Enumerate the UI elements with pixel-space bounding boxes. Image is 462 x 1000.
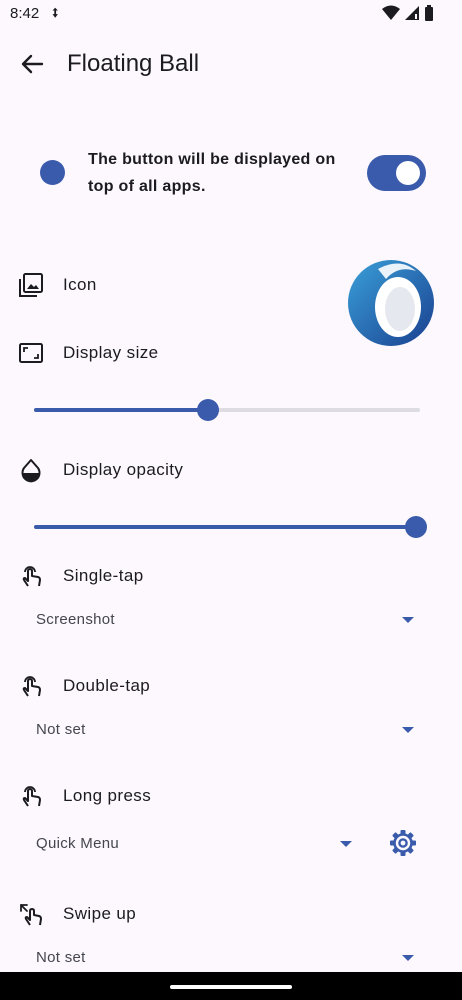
floating-ball-indicator <box>40 160 65 185</box>
page-title: Floating Ball <box>67 50 200 77</box>
switch-knob <box>396 161 420 185</box>
wifi-icon <box>382 5 400 20</box>
slider-thumb[interactable] <box>405 516 427 538</box>
display-opacity-label: Display opacity <box>63 460 184 479</box>
slider-thumb[interactable] <box>197 399 219 421</box>
swipe-up-label: Swipe up <box>63 904 137 923</box>
status-time: 8:42 <box>10 5 40 22</box>
opacity-drop-icon <box>21 459 41 483</box>
status-icons <box>382 5 434 21</box>
chevron-down-icon[interactable] <box>402 617 414 623</box>
back-arrow-icon[interactable] <box>18 50 46 78</box>
display-toggle-switch[interactable] <box>367 155 426 191</box>
touch-gesture-icon <box>22 566 41 587</box>
long-press-label: Long press <box>63 786 152 805</box>
single-tap-label: Single-tap <box>63 566 144 585</box>
double-tap-dropdown-value[interactable]: Not set <box>36 721 86 738</box>
icon-label: Icon <box>63 275 97 294</box>
battery-icon <box>425 5 433 21</box>
chevron-down-icon[interactable] <box>340 841 352 847</box>
touch-gesture-icon <box>22 676 41 697</box>
touch-gesture-icon <box>22 786 41 807</box>
double-tap-label: Double-tap <box>63 676 151 695</box>
usb-debug-icon <box>52 7 58 18</box>
swipe-gesture-icon <box>20 904 42 926</box>
slider-track-fill <box>34 408 208 412</box>
display-size-label: Display size <box>63 343 159 362</box>
cellular-signal-icon <box>405 6 419 20</box>
image-icon <box>19 273 43 297</box>
chevron-down-icon[interactable] <box>402 727 414 733</box>
aspect-ratio-icon <box>19 343 43 363</box>
display-size-slider[interactable] <box>34 399 420 421</box>
display-opacity-slider[interactable] <box>34 516 427 538</box>
single-tap-dropdown-value[interactable]: Screenshot <box>36 611 115 628</box>
swipe-up-dropdown-value[interactable]: Not set <box>36 949 86 966</box>
long-press-dropdown-value[interactable]: Quick Menu <box>36 835 119 852</box>
gear-icon[interactable] <box>388 828 418 858</box>
chevron-down-icon[interactable] <box>402 955 414 961</box>
slider-track-fill <box>34 525 416 529</box>
toggle-description: The button will be displayed on top of a… <box>88 151 336 195</box>
app-logo-icon[interactable] <box>348 257 434 349</box>
navigation-bar <box>0 972 462 1000</box>
home-gesture-handle[interactable] <box>170 985 292 989</box>
